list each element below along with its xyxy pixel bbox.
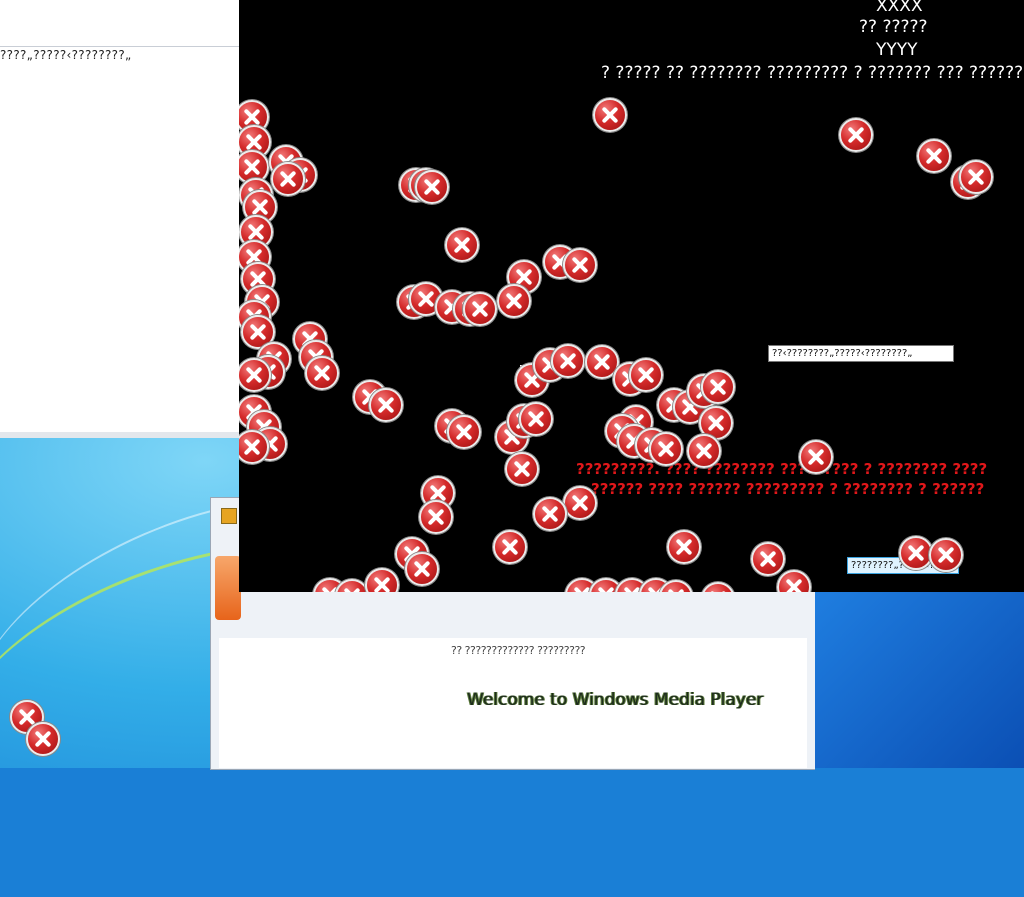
white-text-line-4: ? ????? ?? ???????? ????????? ? ??????? … xyxy=(601,63,1024,83)
error-x-icon xyxy=(917,139,951,173)
error-x-icon xyxy=(563,486,597,520)
error-x-icon xyxy=(687,434,721,468)
error-x-icon xyxy=(533,497,567,531)
error-x-icon xyxy=(445,228,479,262)
error-x-icon xyxy=(563,248,597,282)
error-x-icon xyxy=(799,440,833,474)
media-player-icon xyxy=(221,508,237,524)
text-chip-1: ??‹????????„?????‹????????„ xyxy=(768,345,954,362)
error-x-icon xyxy=(701,582,735,592)
error-x-icon xyxy=(839,118,873,152)
error-x-icon xyxy=(777,570,811,592)
error-x-icon xyxy=(649,432,683,466)
error-x-icon xyxy=(369,388,403,422)
white-text-line-1: XXXX xyxy=(876,0,923,16)
error-x-icon xyxy=(667,530,701,564)
red-text-line-1: ?????????. ???? ???????? ????????? ? ???… xyxy=(576,460,988,478)
error-x-icon xyxy=(493,530,527,564)
red-text-line-2: ?????? ???? ?????? ????????? ? ???????? … xyxy=(591,480,985,498)
error-x-icon xyxy=(505,452,539,486)
error-x-icon xyxy=(751,542,785,576)
error-x-icon xyxy=(551,344,585,378)
error-x-icon xyxy=(26,722,60,756)
media-player-logo xyxy=(215,556,241,620)
error-x-icon xyxy=(497,284,531,318)
error-x-icon xyxy=(305,356,339,390)
error-x-icon xyxy=(629,358,663,392)
media-player-welcome: Welcome to Windows Media Player xyxy=(467,690,764,710)
error-x-icon xyxy=(463,292,497,326)
window-divider xyxy=(0,46,239,47)
error-x-icon xyxy=(593,98,627,132)
error-x-icon xyxy=(405,552,439,586)
error-x-icon xyxy=(959,160,993,194)
error-x-icon xyxy=(365,568,399,592)
error-x-icon xyxy=(447,415,481,449)
window-text: ????„?????‹????????„ xyxy=(0,48,132,62)
error-x-icon xyxy=(929,538,963,572)
black-fullscreen-window: XXXX ?? ????? YYYY ? ????? ?? ???????? ?… xyxy=(239,0,1024,592)
error-x-icon xyxy=(899,536,933,570)
white-text-line-3: YYYY xyxy=(876,40,918,60)
media-player-garbled-text: ?? ????????????? ????????? xyxy=(451,644,586,657)
error-x-icon xyxy=(415,170,449,204)
error-x-icon xyxy=(419,500,453,534)
error-x-icon xyxy=(519,402,553,436)
desktop-area-right xyxy=(814,592,1024,768)
error-x-icon xyxy=(701,370,735,404)
error-x-icon xyxy=(271,162,305,196)
white-text-line-2: ?? ????? xyxy=(859,17,928,37)
blank-white-window[interactable]: ????„?????‹????????„ xyxy=(0,0,239,438)
